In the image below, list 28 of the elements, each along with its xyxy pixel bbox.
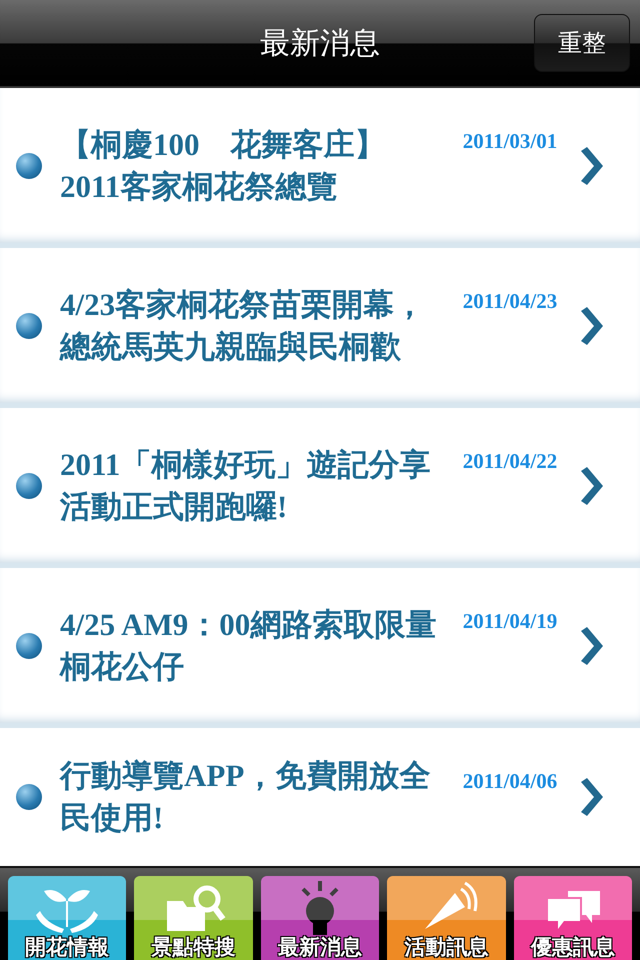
chevron-icon [579,778,603,816]
bullet-icon [16,784,42,810]
news-title: 4/23客家桐花祭苗栗開幕，總統馬英九親臨與民桐歡 [60,286,426,366]
news-title: 【桐慶100 花舞客庄】2011客家桐花祭總覽 [60,126,386,206]
news-item[interactable]: 4/23客家桐花祭苗栗開幕，總統馬英九親臨與民桐歡 2011/04/23 [0,248,640,408]
news-item[interactable]: 【桐慶100 花舞客庄】2011客家桐花祭總覽 2011/03/01 [0,88,640,248]
news-title: 行動導覽APP，免費開放全民使用! [60,757,432,837]
refresh-button[interactable]: 重整 [534,14,630,72]
bullet-icon [16,472,42,498]
news-date: 2011/03/01 [462,128,558,155]
chevron-icon [579,466,603,504]
news-date: 2011/04/22 [462,448,558,475]
news-date: 2011/04/23 [462,288,558,315]
bullet-icon [16,312,42,338]
news-date: 2011/04/06 [462,768,558,795]
news-date: 2011/04/19 [462,608,558,635]
tab[interactable]: 優惠訊息 [514,876,632,960]
bullet-icon [16,632,42,658]
news-item[interactable]: 2011「桐樣好玩」遊記分享活動正式開跑囉! 2011/04/22 [0,408,640,568]
news-title: 2011「桐樣好玩」遊記分享活動正式開跑囉! [60,446,432,526]
news-title: 4/25 AM9：00網路索取限量桐花公仔 [60,606,438,686]
news-item[interactable]: 4/25 AM9：00網路索取限量桐花公仔 2011/04/19 [0,568,640,728]
chevron-icon [579,306,603,344]
header-title: 最新消息 [260,24,380,62]
chevron-icon [579,146,603,184]
tab[interactable]: 最新消息 [260,876,380,960]
chevron-icon [579,626,603,664]
bullet-icon [16,152,42,178]
